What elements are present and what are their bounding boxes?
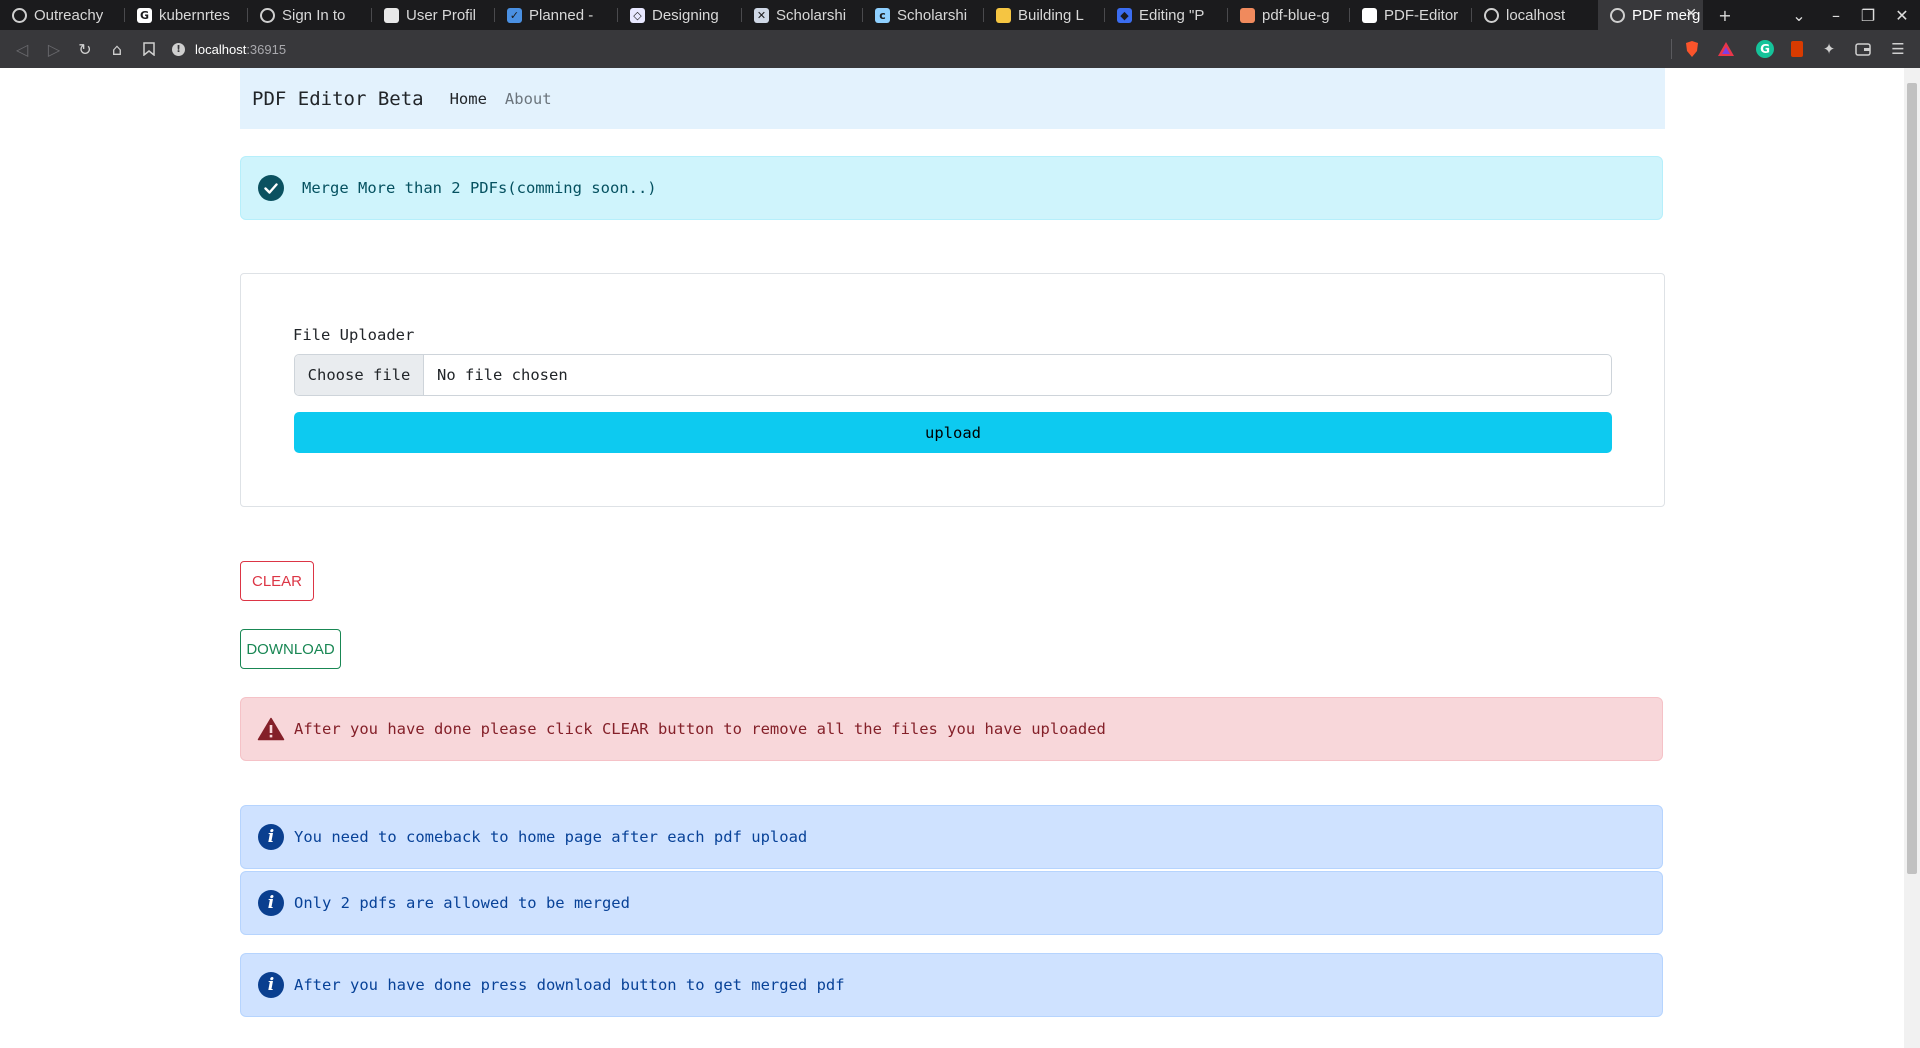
merge-notice-text: Merge More than 2 PDFs(comming soon..) <box>302 179 657 197</box>
tab-close-icon[interactable]: ✕ <box>1685 6 1697 22</box>
merge-notice-alert: Merge More than 2 PDFs(comming soon..) <box>240 156 1663 220</box>
wallet-icon[interactable] <box>1853 39 1873 59</box>
address-bar[interactable]: ! localhost:36915 <box>172 35 1667 63</box>
browser-tab[interactable]: User Profil <box>372 0 495 30</box>
download-button[interactable]: DOWNLOAD <box>240 629 341 669</box>
toolbar-divider <box>1671 39 1672 59</box>
google-icon: G <box>137 7 152 23</box>
diamond-icon: ◆ <box>1117 7 1132 23</box>
info-alert: i After you have done press download butt… <box>240 953 1663 1017</box>
browser-tab-title: Outreachy <box>34 6 104 24</box>
file-status-text: No file chosen <box>437 366 568 384</box>
browser-tab-title: PDF-Editor <box>1384 6 1459 24</box>
browser-tab-bar: Outreachy Gkubernrtes Sign In to User Profi… <box>0 0 1920 30</box>
browser-tab-title: Building L <box>1018 6 1084 24</box>
browser-tab[interactable]: Gkubernrtes <box>125 0 248 30</box>
forward-icon[interactable]: ▷ <box>41 36 67 62</box>
browser-tab-title: User Profil <box>406 6 477 24</box>
info-circle-icon: i <box>256 822 286 852</box>
office-extension-icon[interactable] <box>1787 39 1807 59</box>
browser-tab[interactable]: Sign In to <box>248 0 372 30</box>
globe-icon <box>1484 7 1499 23</box>
browser-tab[interactable]: ◇ Designing <box>618 0 742 30</box>
browser-tab[interactable]: ✓ Planned - <box>495 0 618 30</box>
check-circle-icon <box>258 175 284 201</box>
browser-tab[interactable]: pdf-blue-g <box>1228 0 1350 30</box>
file-input[interactable]: Choose file No file chosen <box>294 354 1612 396</box>
profile-icon <box>384 7 399 23</box>
browser-tab[interactable]: ◆ Editing "P <box>1105 0 1228 30</box>
brave-rewards-icon[interactable] <box>1716 39 1736 59</box>
menu-icon[interactable]: ☰ <box>1888 39 1908 59</box>
browser-toolbar: ◁ ▷ ↻ ⌂ ! localhost:36915 G ✦ ☰ <box>0 30 1920 68</box>
globe-icon <box>12 7 27 23</box>
info-alert: i Only 2 pdfs are allowed to be merged <box>240 871 1663 935</box>
site-navbar: PDF Editor Beta Home About <box>240 68 1665 129</box>
choose-file-button[interactable]: Choose file <box>295 355 424 395</box>
back-icon[interactable]: ◁ <box>9 36 35 62</box>
site-info-icon[interactable]: ! <box>172 42 185 56</box>
home-icon[interactable]: ⌂ <box>104 36 130 62</box>
browser-tab-title: Sign In to <box>282 6 346 24</box>
info-alert-text: You need to comeback to home page after … <box>294 828 808 846</box>
url-host: localhost <box>195 41 247 57</box>
github-icon <box>1362 7 1377 23</box>
browser-tab-title: kubernrtes <box>159 6 230 24</box>
upload-card: File Uploader Choose file No file chosen… <box>240 273 1665 507</box>
browser-tab[interactable]: PDF-Editor <box>1350 0 1472 30</box>
scholarship-icon: c <box>875 7 890 23</box>
browser-tab-title: Editing "P <box>1139 6 1205 24</box>
scrollbar-thumb[interactable] <box>1907 83 1917 874</box>
file-uploader-label: File Uploader <box>293 326 415 344</box>
browser-tab-title: localhost <box>1506 6 1566 24</box>
nav-link-about[interactable]: About <box>505 90 552 108</box>
restore-icon[interactable]: ❐ <box>1853 0 1883 30</box>
clear-button[interactable]: CLEAR <box>240 561 314 601</box>
info-alert-text: After you have done press download butto… <box>294 976 845 994</box>
browser-tab-title: Planned - <box>529 6 594 24</box>
scholarship-icon: ✕ <box>754 7 769 23</box>
page-viewport: PDF Editor Beta Home About Merge More th… <box>0 68 1904 1048</box>
info-circle-icon: i <box>256 888 286 918</box>
browser-tab-title: Scholarshi <box>776 6 847 24</box>
globe-icon <box>1610 7 1625 23</box>
box-icon <box>996 7 1011 23</box>
browser-tab-title: Scholarshi <box>897 6 968 24</box>
close-window-icon[interactable]: ✕ <box>1887 0 1917 30</box>
info-letter-icon: i <box>258 972 284 998</box>
design-icon: ◇ <box>630 7 645 23</box>
clear-warning-alert: After you have done please click CLEAR b… <box>240 697 1663 761</box>
navbar-brand[interactable]: PDF Editor Beta <box>252 88 424 110</box>
browser-tab[interactable]: ✕ Scholarshi <box>742 0 863 30</box>
globe-icon <box>260 7 275 23</box>
info-alert: i You need to comeback to home page after… <box>240 805 1663 869</box>
upload-button[interactable]: upload <box>294 412 1612 453</box>
url-port: :36915 <box>246 41 287 57</box>
record-icon <box>1240 7 1255 23</box>
browser-tab[interactable]: Building L <box>984 0 1105 30</box>
grammarly-icon[interactable]: G <box>1755 39 1775 59</box>
browser-tab[interactable]: PDF merg ✕ <box>1598 0 1703 30</box>
check-icon: ✓ <box>507 7 522 23</box>
browser-tab[interactable]: Outreachy <box>0 0 125 30</box>
nav-link-home[interactable]: Home <box>450 90 487 108</box>
extensions-puzzle-icon[interactable]: ✦ <box>1819 39 1839 59</box>
warning-triangle-icon <box>256 714 286 744</box>
info-letter-icon: i <box>258 824 284 850</box>
reload-icon[interactable]: ↻ <box>72 36 98 62</box>
new-tab-icon[interactable]: + <box>1710 0 1740 30</box>
tab-list-chevron-icon[interactable]: ⌄ <box>1784 0 1814 30</box>
info-circle-icon: i <box>256 970 286 1000</box>
info-letter-icon: i <box>258 890 284 916</box>
bookmark-icon[interactable] <box>136 36 162 62</box>
browser-tab-title: Designing <box>652 6 719 24</box>
browser-tab[interactable]: c Scholarshi <box>863 0 984 30</box>
clear-warning-text: After you have done please click CLEAR b… <box>294 720 1106 738</box>
minimize-icon[interactable]: – <box>1821 0 1851 30</box>
brave-shield-icon[interactable] <box>1682 39 1702 59</box>
browser-tab[interactable]: localhost <box>1472 0 1598 30</box>
info-alert-text: Only 2 pdfs are allowed to be merged <box>294 894 630 912</box>
browser-tab-title: pdf-blue-g <box>1262 6 1330 24</box>
